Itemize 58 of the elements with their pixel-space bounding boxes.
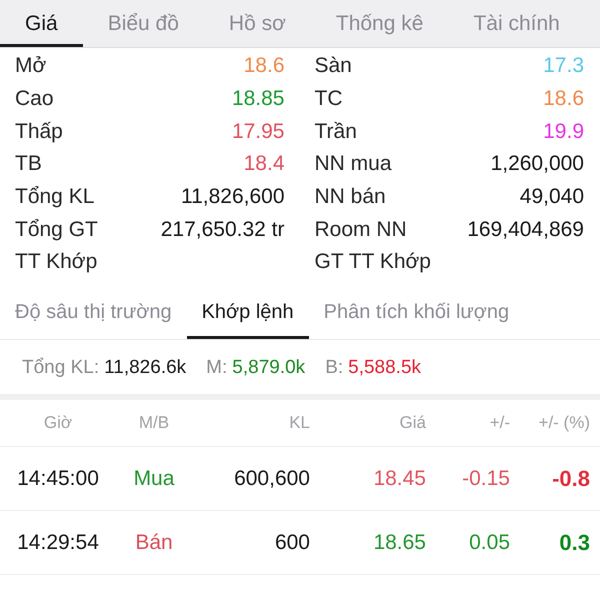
table-cell: 600 xyxy=(274,531,310,556)
sub-tab[interactable]: Khớp lệnh xyxy=(186,288,309,339)
table-cell: 14:45:00 xyxy=(17,467,99,492)
stat-label: Room NN xyxy=(314,218,407,242)
stat-label: Tổng KL xyxy=(15,185,94,210)
column-header: KL xyxy=(289,412,310,433)
stat-value: 18.6 xyxy=(543,87,584,112)
stat-value: 18.4 xyxy=(244,152,284,176)
stat-label: Trần xyxy=(314,120,357,144)
stat-label: Cao xyxy=(15,87,54,112)
column-header: M/B xyxy=(138,412,170,433)
summary-label: B: xyxy=(325,357,344,380)
table-cell: 0.05 xyxy=(469,531,510,556)
sub-tab[interactable]: Độ sâu thị trường xyxy=(0,288,187,339)
stat-label: NN mua xyxy=(314,152,392,176)
stat-label: TB xyxy=(15,152,42,176)
stat-value: 19.9 xyxy=(543,120,584,144)
column-header: Giá xyxy=(400,412,426,433)
stat-label: GT TT Khớp xyxy=(314,250,431,274)
tab[interactable]: Giá xyxy=(0,0,83,47)
table-cell: 14:29:54 xyxy=(17,531,99,556)
stat-label: NN bán xyxy=(314,185,386,210)
table-cell: -0.15 xyxy=(462,467,510,492)
table-cell: Mua xyxy=(134,467,174,492)
tab[interactable]: Tài chính xyxy=(448,0,585,47)
stat-value: 217,650.32 tr xyxy=(160,218,284,242)
stat-value: 17.95 xyxy=(232,120,284,144)
stat-label: Sàn xyxy=(314,54,352,78)
table-cell: 18.65 xyxy=(373,531,426,556)
stat-label: TC xyxy=(314,87,342,112)
sub-tab[interactable]: Phân tích khối lượng xyxy=(308,288,524,339)
stat-value: 49,040 xyxy=(520,185,584,210)
stat-value: 18.6 xyxy=(244,54,284,78)
summary-value: 5,588.5k xyxy=(348,357,422,380)
column-header: +/- xyxy=(490,412,510,433)
stat-label: Mở xyxy=(15,54,46,78)
tab[interactable]: Hồ sơ xyxy=(204,0,311,47)
summary-label: Tổng KL: xyxy=(22,357,100,380)
tab[interactable]: Biểu đồ xyxy=(82,0,204,47)
table-cell: 0.3 xyxy=(559,530,590,556)
table-cell: Bán xyxy=(135,531,173,556)
summary-value: 11,826.6k xyxy=(104,357,186,380)
column-header: +/- (%) xyxy=(538,412,590,433)
stat-label: Thấp xyxy=(15,120,63,144)
stat-value: 11,826,600 xyxy=(180,185,284,210)
table-cell: 600,600 xyxy=(234,467,310,492)
tab[interactable]: Thống kê xyxy=(310,0,448,47)
stat-label: Tổng GT xyxy=(15,218,98,242)
stat-label: TT Khớp xyxy=(15,250,98,274)
table-cell: -0.8 xyxy=(552,466,590,492)
stat-value: 1,260,000 xyxy=(490,152,584,176)
summary-label: M: xyxy=(206,357,228,380)
table-cell: 18.45 xyxy=(373,467,426,492)
stat-value: 17.3 xyxy=(543,54,584,78)
stat-value: 18.85 xyxy=(232,87,284,112)
column-header: Giờ xyxy=(44,412,72,433)
summary-value: 5,879.0k xyxy=(232,357,306,380)
stat-value: 169,404,869 xyxy=(467,218,584,242)
